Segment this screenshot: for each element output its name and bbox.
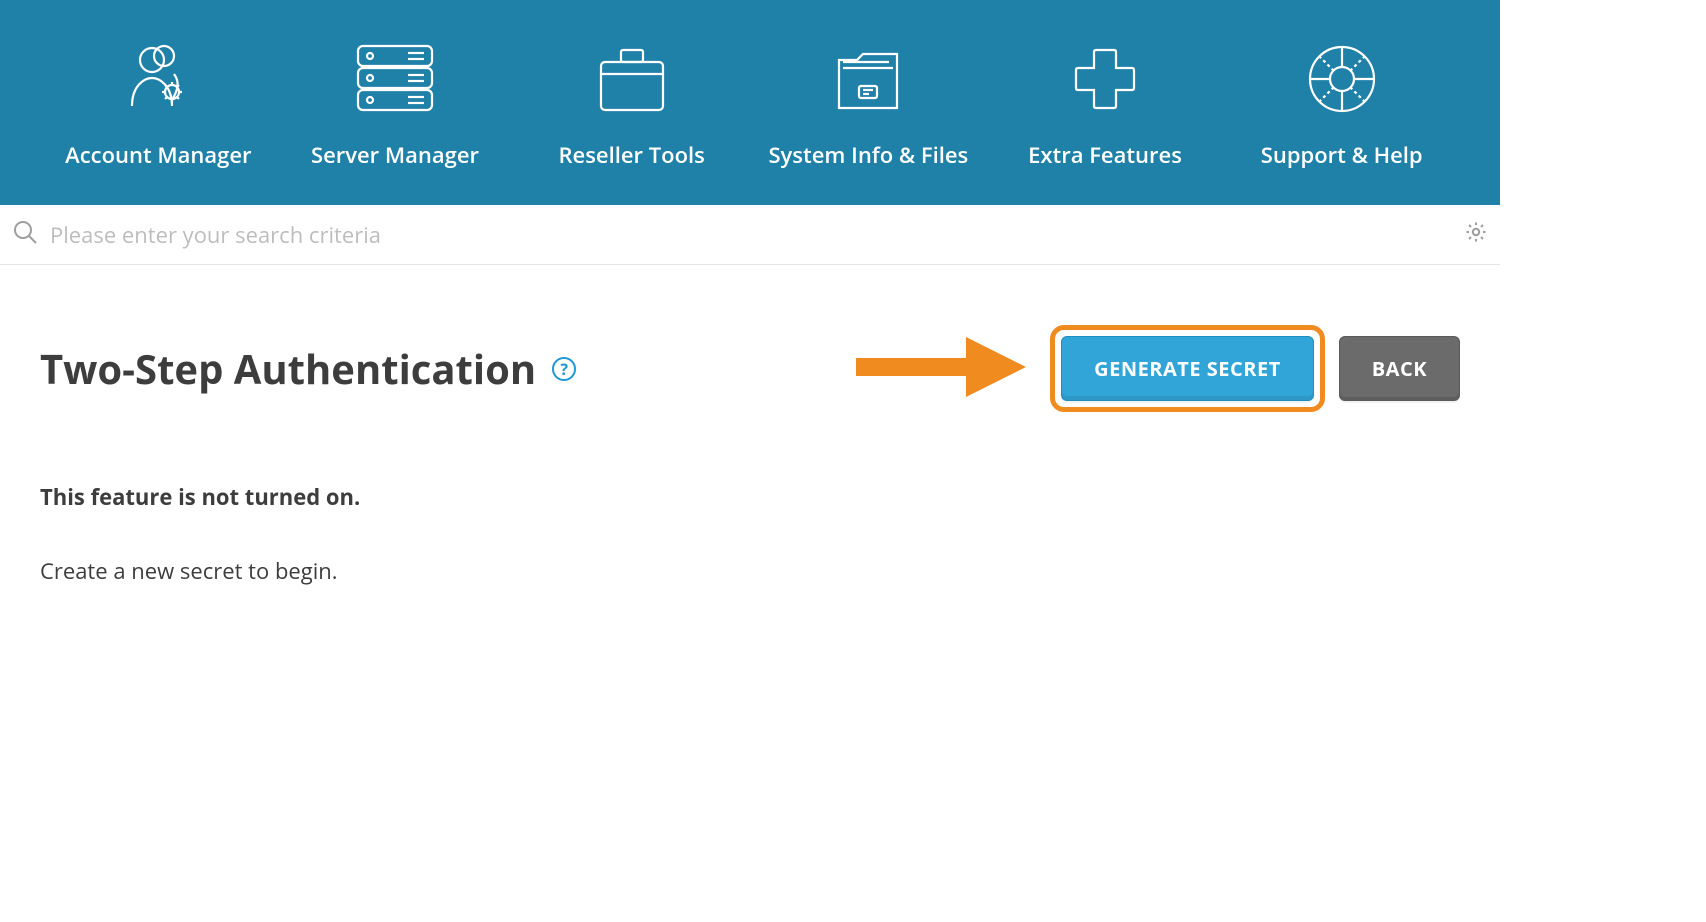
top-nav: Account Manager Server Manager Reseller — [0, 0, 1500, 205]
nav-label: System Info & Files — [768, 138, 968, 173]
status-text: This feature is not turned on. — [40, 482, 1460, 512]
system-info-icon — [829, 40, 907, 118]
help-icon[interactable]: ? — [552, 357, 576, 381]
nav-label: Support & Help — [1261, 138, 1423, 173]
nav-label: Extra Features — [1028, 138, 1182, 173]
annotation-highlight: Generate Secret — [1050, 325, 1325, 412]
search-bar — [0, 205, 1500, 265]
hint-text: Create a new secret to begin. — [40, 556, 1460, 586]
account-manager-icon — [122, 40, 194, 118]
nav-support-help[interactable]: Support & Help — [1223, 40, 1460, 173]
nav-extra-features[interactable]: Extra Features — [987, 40, 1224, 173]
support-help-icon — [1303, 40, 1381, 118]
extra-features-icon — [1066, 40, 1144, 118]
reseller-tools-icon — [593, 40, 671, 118]
nav-reseller-tools[interactable]: Reseller Tools — [513, 40, 750, 173]
nav-label: Server Manager — [311, 138, 479, 173]
generate-secret-button[interactable]: Generate Secret — [1061, 336, 1314, 401]
annotation-arrow-icon — [856, 331, 1036, 406]
nav-server-manager[interactable]: Server Manager — [277, 40, 514, 173]
nav-label: Reseller Tools — [558, 138, 704, 173]
nav-account-manager[interactable]: Account Manager — [40, 40, 277, 173]
page-title: Two-Step Authentication — [40, 341, 536, 396]
server-manager-icon — [352, 40, 438, 118]
nav-label: Account Manager — [65, 138, 251, 173]
page-content: Two-Step Authentication ? Generate Secre… — [0, 265, 1500, 646]
settings-icon[interactable] — [1464, 220, 1488, 249]
search-icon — [12, 219, 38, 250]
nav-system-info[interactable]: System Info & Files — [750, 40, 987, 173]
back-button[interactable]: Back — [1339, 336, 1460, 401]
search-input[interactable] — [50, 220, 1452, 250]
